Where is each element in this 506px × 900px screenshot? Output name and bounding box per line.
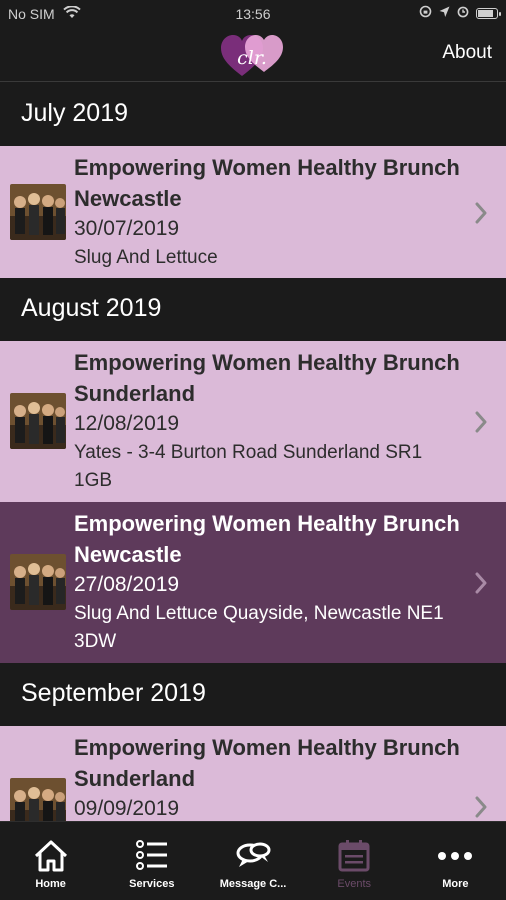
section-header: August 2019: [0, 278, 506, 341]
event-title-city: Newcastle: [74, 542, 182, 567]
event-title-city: Sunderland: [74, 766, 196, 791]
list-icon: [135, 840, 167, 870]
chevron-right-icon: [475, 411, 487, 433]
tab-events[interactable]: Events: [304, 822, 405, 900]
section-header: July 2019: [0, 83, 506, 146]
event-row[interactable]: Empowering Women Healthy Brunch Sunderla…: [0, 341, 506, 502]
event-row[interactable]: Empowering Women Healthy Brunch Sunderla…: [0, 726, 506, 821]
event-row[interactable]: Empowering Women Healthy Brunch Newcastl…: [0, 146, 506, 278]
event-date: 09/09/2019: [74, 797, 180, 820]
event-thumbnail: [10, 778, 66, 821]
event-title-city: Sunderland: [74, 381, 196, 406]
event-venue-cont: 1GB: [74, 470, 113, 491]
tab-label: More: [442, 878, 469, 890]
status-bar: No SIM 13:56: [0, 0, 506, 30]
chevron-right-icon: [475, 796, 487, 818]
app-logo: clr.: [218, 32, 290, 80]
home-icon: [34, 840, 67, 872]
event-date: 27/08/2019: [74, 573, 180, 596]
battery-icon: [476, 7, 501, 19]
tab-message-centre[interactable]: Message C...: [202, 822, 303, 900]
location-icon: [439, 5, 450, 21]
event-venue: Slug And Lettuce Quayside, Newcastle NE1: [74, 603, 444, 624]
lock-rotation-icon: [419, 5, 432, 21]
event-thumbnail: [10, 393, 66, 449]
about-button[interactable]: About: [442, 42, 492, 64]
event-title: Empowering Women Healthy Brunch: [74, 350, 460, 375]
chevron-right-icon: [475, 572, 487, 594]
tab-services[interactable]: Services: [101, 822, 202, 900]
tab-label: Services: [129, 878, 175, 890]
event-thumbnail: [10, 184, 66, 240]
alarm-icon: [457, 5, 469, 21]
event-title-city: Newcastle: [74, 186, 182, 211]
event-title: Empowering Women Healthy Brunch: [74, 511, 460, 536]
chat-bubbles-icon: [236, 842, 271, 867]
event-thumbnail: [10, 554, 66, 610]
event-title: Empowering Women Healthy Brunch: [74, 735, 460, 760]
tab-label: Events: [337, 878, 372, 890]
logo-text: clr.: [237, 47, 267, 69]
tab-bar: Home Services Message C... Events More: [0, 821, 506, 900]
tab-more[interactable]: More: [405, 822, 506, 900]
events-list[interactable]: July 2019 Empowering Women Healthy Brunc…: [0, 83, 506, 821]
nav-bar: clr. About: [0, 30, 506, 82]
event-venue-cont: 3DW: [74, 631, 117, 652]
event-date: 12/08/2019: [74, 412, 180, 435]
event-row-selected[interactable]: Empowering Women Healthy Brunch Newcastl…: [0, 502, 506, 663]
event-venue: Yates - 3-4 Burton Road Sunderland SR1: [74, 442, 423, 463]
chevron-right-icon: [475, 202, 487, 224]
tab-home[interactable]: Home: [0, 822, 101, 900]
event-venue: Slug And Lettuce: [74, 247, 218, 268]
calendar-icon: [338, 840, 370, 872]
tab-label: Home: [35, 878, 66, 890]
tab-label: Message C...: [219, 878, 287, 890]
event-title: Empowering Women Healthy Brunch: [74, 155, 460, 180]
more-dots-icon: [438, 852, 473, 860]
event-date: 30/07/2019: [74, 217, 180, 240]
section-header: September 2019: [0, 663, 506, 726]
